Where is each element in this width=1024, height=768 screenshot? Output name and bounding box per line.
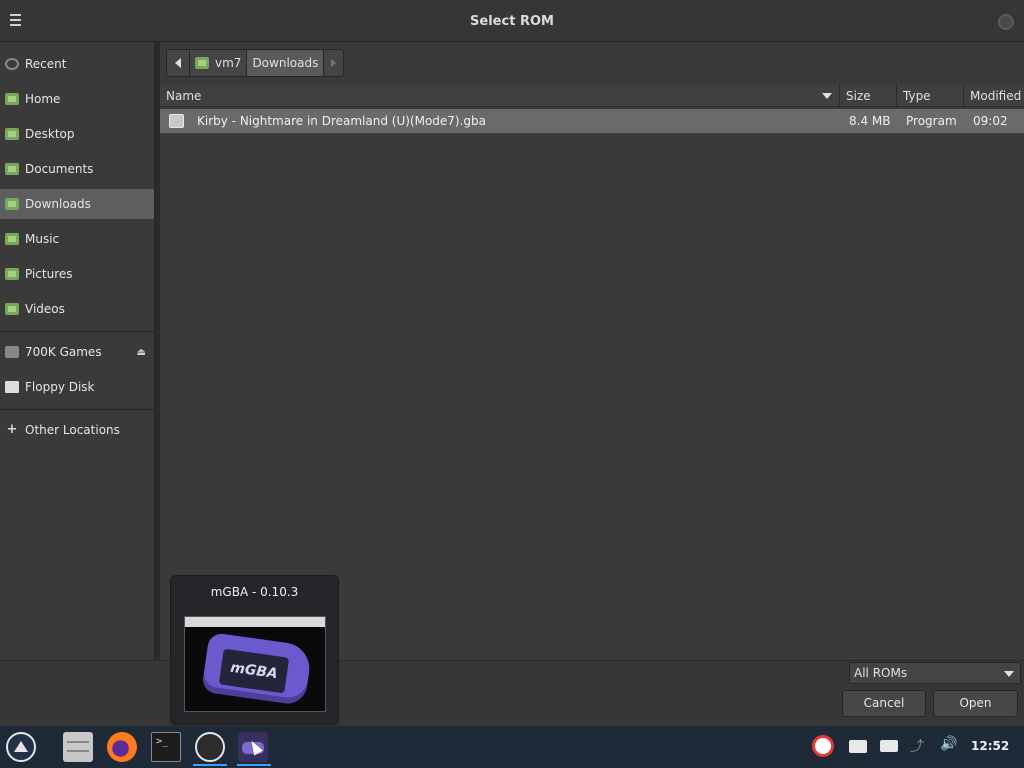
preview-thumbnail[interactable]: mGBA	[184, 616, 326, 712]
sidebar-item-videos[interactable]: Videos	[0, 294, 154, 324]
column-size[interactable]: Size	[840, 85, 897, 107]
sidebar-item-home[interactable]: Home	[0, 84, 154, 114]
sidebar-item-label: Desktop	[25, 127, 75, 141]
open-button[interactable]: Open	[933, 690, 1018, 717]
column-header: Name Size Type Modified	[160, 85, 1024, 107]
sidebar-divider	[0, 409, 154, 410]
cancel-button[interactable]: Cancel	[842, 690, 926, 717]
path-home-button[interactable]: vm7	[190, 49, 248, 77]
preview-title: mGBA - 0.10.3	[210, 585, 299, 599]
sidebar-item-label: Music	[25, 232, 60, 246]
sidebar-item-700k-games[interactable]: 700K Games ⏏	[0, 337, 154, 367]
file-type: Program	[906, 114, 957, 128]
table-row[interactable]: Kirby - Nightmare in Dreamland (U)(Mode7…	[160, 109, 1024, 133]
sidebar-item-label: Pictures	[25, 267, 73, 281]
sidebar-item-label: Other Locations	[25, 423, 120, 437]
sidebar-item-pictures[interactable]: Pictures	[0, 259, 154, 289]
file-manager-icon[interactable]	[63, 732, 93, 762]
file-filter-select[interactable]: All ROMs	[849, 662, 1021, 684]
obs-icon[interactable]	[195, 732, 225, 762]
running-indicator	[193, 764, 227, 766]
firefox-icon[interactable]	[107, 732, 137, 762]
column-modified[interactable]: Modified	[964, 85, 1024, 107]
path-current-button[interactable]: Downloads	[247, 49, 325, 77]
volume-icon[interactable]: 🔊	[940, 736, 958, 752]
places-sidebar: Recent Home Desktop Documents Downloads …	[0, 42, 155, 660]
sidebar-item-label: Floppy Disk	[25, 380, 95, 394]
column-name[interactable]: Name	[160, 85, 840, 107]
folder-music-icon	[5, 233, 19, 245]
file-modified: 09:02	[973, 114, 1008, 128]
folder-videos-icon	[5, 303, 19, 315]
sidebar-item-documents[interactable]: Documents	[0, 154, 154, 184]
dialog-header: Select ROM	[0, 0, 1024, 42]
forward-button[interactable]	[324, 49, 345, 77]
rom-file-icon	[169, 114, 184, 128]
start-menu-icon[interactable]	[6, 732, 36, 762]
folder-home-icon	[195, 57, 209, 69]
column-type[interactable]: Type	[897, 85, 964, 107]
path-current-label: Downloads	[252, 56, 319, 70]
sidebar-item-other-locations[interactable]: + Other Locations	[0, 415, 154, 445]
taskbar: >_ ⤴ 🔊 12:52	[0, 726, 1024, 768]
sidebar-item-music[interactable]: Music	[0, 224, 154, 254]
sidebar-item-label: Recent	[25, 57, 67, 71]
drive-icon	[5, 346, 19, 358]
sidebar-item-label: 700K Games	[25, 345, 102, 359]
path-bar: vm7 Downloads	[166, 49, 345, 77]
window-preview-tooltip[interactable]: mGBA - 0.10.3 mGBA	[170, 575, 339, 725]
printer-icon[interactable]	[849, 740, 867, 753]
eject-icon[interactable]: ⏏	[137, 347, 146, 358]
folder-downloads-icon	[5, 198, 19, 210]
clock[interactable]: 12:52	[971, 739, 1009, 753]
dialog-footer: All ROMs Cancel Open	[0, 660, 1024, 726]
sidebar-item-floppy-disk[interactable]: Floppy Disk	[0, 372, 154, 402]
sidebar-divider	[0, 331, 154, 332]
sidebar-item-label: Documents	[25, 162, 94, 176]
sidebar-item-label: Home	[25, 92, 61, 106]
file-name: Kirby - Nightmare in Dreamland (U)(Mode7…	[197, 114, 487, 128]
file-browser: vm7 Downloads Name Size Type Modified Ki…	[160, 42, 1024, 660]
dialog-title: Select ROM	[470, 14, 554, 29]
close-icon[interactable]	[998, 14, 1014, 30]
file-size: 8.4 MB	[849, 114, 891, 128]
folder-pictures-icon	[5, 268, 19, 280]
floppy-icon	[5, 381, 19, 393]
folder-home-icon	[5, 93, 19, 105]
network-icon[interactable]: ⤴	[910, 736, 928, 755]
plus-icon: +	[6, 422, 18, 437]
folder-desktop-icon	[5, 128, 19, 140]
terminal-icon[interactable]: >_	[151, 732, 181, 762]
obs-tray-icon[interactable]	[812, 735, 834, 757]
sidebar-item-downloads[interactable]: Downloads	[0, 189, 154, 219]
sidebar-item-recent[interactable]: Recent	[0, 49, 154, 79]
path-home-label: vm7	[215, 56, 242, 70]
sidebar-item-label: Downloads	[25, 197, 91, 211]
keyboard-icon[interactable]	[880, 740, 898, 752]
clock-icon	[5, 58, 19, 70]
sidebar-item-desktop[interactable]: Desktop	[0, 119, 154, 149]
sidebar-item-label: Videos	[25, 302, 65, 316]
folder-documents-icon	[5, 163, 19, 175]
file-list: Name Size Type Modified Kirby - Nightmar…	[160, 85, 1024, 660]
back-button[interactable]	[166, 49, 190, 77]
screen: Select ROM Recent Home Desktop Documents…	[0, 0, 1024, 768]
running-indicator	[237, 764, 271, 766]
sort-descending-icon[interactable]	[822, 93, 832, 99]
preview-menubar	[185, 617, 325, 627]
